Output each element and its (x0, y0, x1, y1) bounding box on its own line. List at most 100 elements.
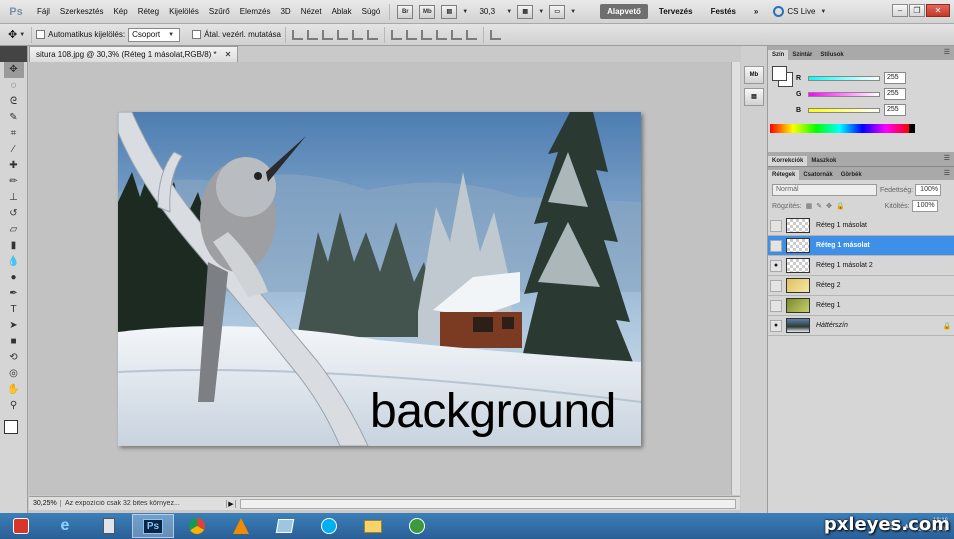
distribute-bottom-icon[interactable] (420, 29, 432, 40)
r-slider[interactable] (808, 75, 880, 81)
quick-select-tool-icon[interactable]: ✎ (4, 110, 24, 126)
arrange-documents-icon[interactable]: ▦ (517, 4, 534, 19)
internet-explorer-icon[interactable]: e (44, 514, 86, 538)
screen-mode-icon[interactable]: ▭ (549, 4, 566, 19)
layer-row[interactable]: Réteg 1 másolat (768, 236, 954, 256)
layer-row[interactable]: ● Réteg 1 másolat 2 (768, 256, 954, 276)
extras-icon[interactable]: ▤ (441, 4, 458, 19)
document-tab[interactable]: situra 108.jpg @ 30,3% (Réteg 1 másolat,… (29, 46, 239, 62)
tab-color[interactable]: Szín (768, 50, 789, 60)
horizontal-scrollbar[interactable] (240, 498, 736, 509)
blur-tool-icon[interactable]: 💧 (4, 254, 24, 270)
menu-filter[interactable]: Szűrő (204, 7, 235, 16)
menu-edit[interactable]: Szerkesztés (55, 7, 109, 16)
layer-row[interactable]: Réteg 2 (768, 276, 954, 296)
brush-tool-icon[interactable]: ✏ (4, 174, 24, 190)
lock-all-icon[interactable]: 🔒 (836, 202, 845, 210)
foreground-color-swatch[interactable] (3, 420, 18, 434)
chevron-down-icon[interactable]: ▼ (538, 9, 544, 15)
close-icon[interactable]: ✕ (225, 50, 232, 59)
align-right-icon[interactable] (366, 29, 378, 40)
type-tool-icon[interactable]: T (4, 302, 24, 318)
vlc-icon[interactable] (220, 514, 262, 538)
more-workspaces-button[interactable]: » (747, 4, 765, 19)
chevron-down-icon[interactable]: ▼ (570, 9, 576, 15)
file-explorer-icon[interactable] (352, 514, 394, 538)
healing-brush-tool-icon[interactable]: ✚ (4, 158, 24, 174)
workspace-painting[interactable]: Festés (704, 4, 743, 19)
photoshop-taskbar-icon[interactable]: Ps (132, 514, 174, 538)
auto-align-icon[interactable] (489, 29, 501, 40)
menu-view[interactable]: Nézet (296, 7, 327, 16)
zoom-level[interactable]: 30,3 (470, 7, 504, 16)
distribute-center-icon[interactable] (450, 29, 462, 40)
marquee-tool-icon[interactable]: ◌ (4, 78, 24, 94)
chevron-down-icon[interactable]: ▼ (506, 9, 512, 15)
eye-icon[interactable]: ● (770, 259, 782, 272)
distribute-top-icon[interactable] (390, 29, 402, 40)
align-top-icon[interactable] (291, 29, 303, 40)
workspace-essentials[interactable]: Alapvető (600, 4, 648, 19)
tab-paths[interactable]: Görbék (837, 170, 866, 180)
eraser-tool-icon[interactable]: ▱ (4, 222, 24, 238)
distribute-middle-icon[interactable] (405, 29, 417, 40)
workspace-design[interactable]: Tervezés (652, 4, 700, 19)
history-icon[interactable]: ▤ (744, 88, 764, 106)
r-value-field[interactable]: 255 (884, 72, 906, 84)
menu-3d[interactable]: 3D (275, 7, 295, 16)
tab-adjustments[interactable]: Korrekciók (768, 156, 808, 166)
g-slider[interactable] (808, 91, 880, 97)
distribute-left-icon[interactable] (435, 29, 447, 40)
panel-menu-icon[interactable]: ☰ (944, 48, 950, 56)
menu-file[interactable]: Fájl (32, 7, 55, 16)
distribute-right-icon[interactable] (465, 29, 477, 40)
status-menu-arrow-icon[interactable]: ▶ (226, 499, 236, 508)
visibility-toggle[interactable] (770, 239, 782, 252)
visibility-toggle[interactable] (770, 219, 782, 232)
align-bottom-icon[interactable] (321, 29, 333, 40)
foreground-color-swatch[interactable] (772, 66, 787, 81)
layer-row[interactable]: ● Háttérszín 🔒 (768, 316, 954, 336)
minimize-button[interactable]: – (892, 4, 908, 17)
menu-analysis[interactable]: Elemzés (235, 7, 276, 16)
menu-layer[interactable]: Réteg (133, 7, 164, 16)
canvas-text-layer[interactable]: background (370, 388, 616, 436)
tools-header[interactable] (0, 46, 27, 62)
bridge-button[interactable]: Br (397, 4, 414, 19)
path-selection-tool-icon[interactable]: ➤ (4, 318, 24, 334)
clone-stamp-tool-icon[interactable]: ⊥ (4, 190, 24, 206)
align-middle-icon[interactable] (306, 29, 318, 40)
b-slider[interactable] (808, 107, 880, 113)
color-swatches[interactable] (2, 418, 26, 444)
menu-image[interactable]: Kép (108, 7, 132, 16)
menu-window[interactable]: Ablak (327, 7, 357, 16)
move-tool-icon[interactable]: ✥ (3, 62, 24, 78)
color-spectrum[interactable] (770, 124, 909, 133)
move-tool-icon[interactable]: ✥ (8, 28, 17, 41)
gradient-tool-icon[interactable]: ▮ (4, 238, 24, 254)
g-value-field[interactable]: 255 (884, 88, 906, 100)
show-transform-checkbox[interactable] (192, 30, 202, 39)
skype-icon[interactable] (308, 514, 350, 538)
calculator-icon[interactable] (88, 514, 130, 538)
tab-channels[interactable]: Csatornák (799, 170, 836, 180)
blend-mode-dropdown[interactable]: Normál (772, 184, 877, 196)
status-zoom[interactable]: 30,25% (29, 500, 61, 507)
lasso-tool-icon[interactable]: ᘓ (4, 94, 24, 110)
b-value-field[interactable]: 255 (884, 104, 906, 116)
chevron-down-icon[interactable]: ▼ (19, 32, 25, 38)
pen-tool-icon[interactable]: ✒ (4, 286, 24, 302)
vertical-scrollbar[interactable] (731, 62, 740, 495)
panel-menu-icon[interactable]: ☰ (944, 154, 950, 162)
eyedropper-tool-icon[interactable]: ⁄ (4, 142, 24, 158)
3d-orbit-tool-icon[interactable]: ◎ (4, 366, 24, 382)
power-icon[interactable] (0, 514, 42, 538)
fill-field[interactable]: 100% (911, 200, 938, 212)
black-swatch[interactable] (909, 124, 915, 133)
align-center-icon[interactable] (351, 29, 363, 40)
layer-row[interactable]: Réteg 1 (768, 296, 954, 316)
3d-rotate-tool-icon[interactable]: ⟲ (4, 350, 24, 366)
tab-layers[interactable]: Rétegek (768, 170, 800, 180)
lock-pixels-icon[interactable]: ✎ (816, 202, 822, 210)
restore-button[interactable]: ❐ (909, 4, 925, 17)
